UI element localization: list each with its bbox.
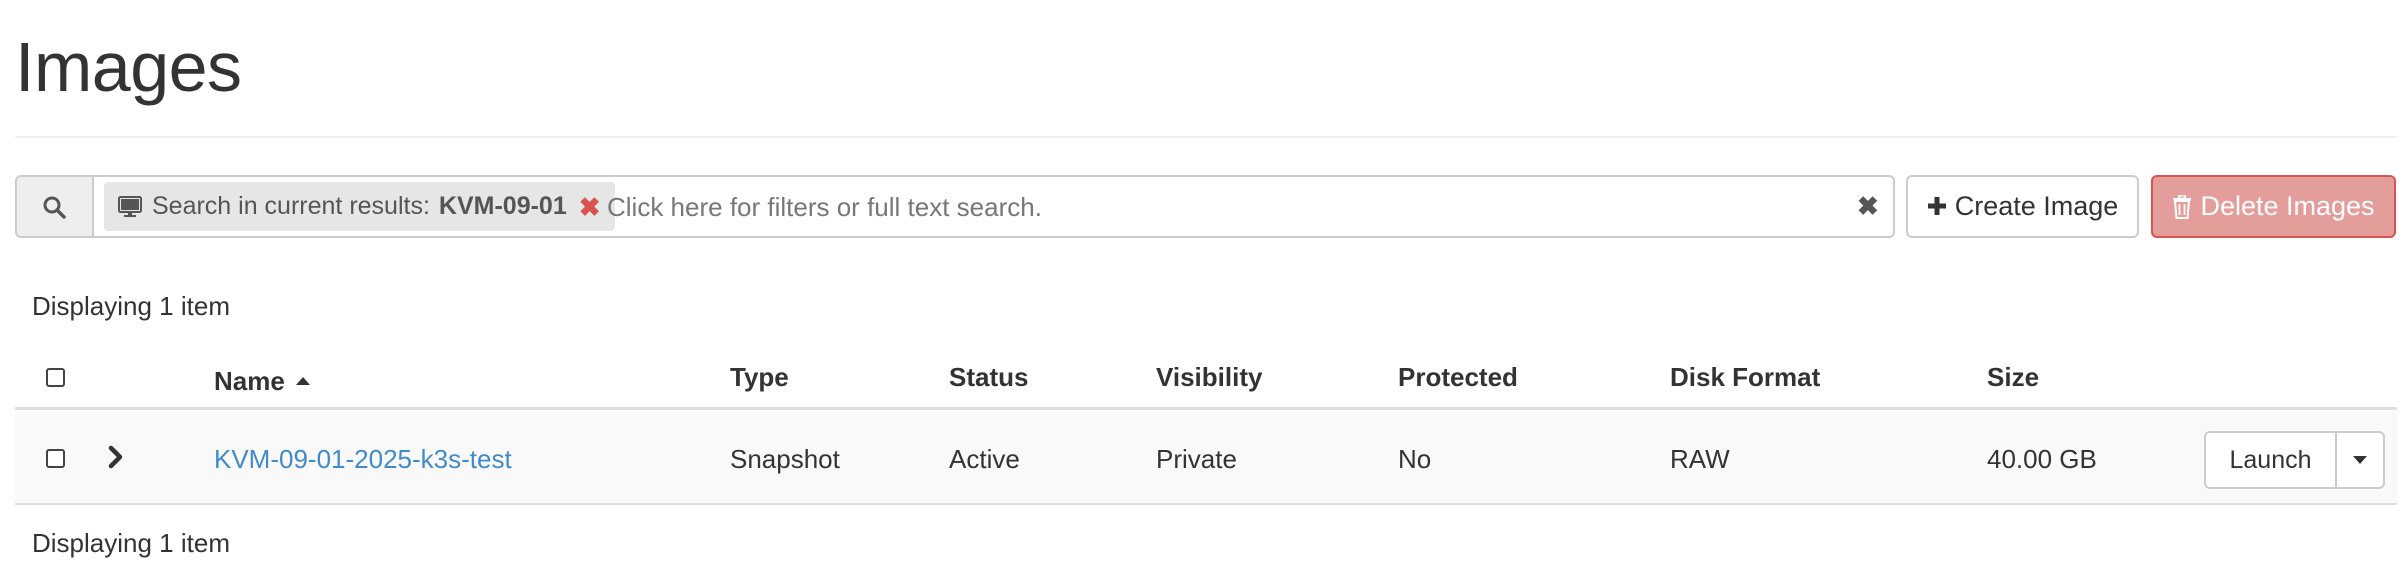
row-checkbox[interactable] [46, 449, 65, 468]
facet-value: KVM-09-01 [438, 192, 567, 220]
search-facet: Search in current results: KVM-09-01 ✖ [104, 182, 615, 231]
page-title: Images [15, 28, 242, 106]
column-header-protected[interactable]: Protected [1398, 362, 1518, 393]
cell-status: Active [949, 444, 1020, 474]
column-header-status[interactable]: Status [949, 362, 1028, 393]
title-divider [15, 136, 2397, 138]
create-image-label: Create Image [1954, 191, 2119, 221]
item-count-top: Displaying 1 item [32, 291, 230, 321]
cell-protected: No [1398, 444, 1432, 474]
column-header-disk-format[interactable]: Disk Format [1670, 362, 1820, 393]
monitor-icon [118, 195, 142, 218]
search-input[interactable] [605, 183, 1849, 232]
table-header: Name Type Status Visibility Protected Di… [15, 344, 2397, 410]
search-icon [43, 196, 66, 219]
column-header-visibility[interactable]: Visibility [1156, 362, 1262, 393]
column-header-type[interactable]: Type [730, 362, 789, 393]
caret-down-icon [2353, 456, 2367, 464]
column-header-size[interactable]: Size [1987, 362, 2039, 393]
select-all-checkbox[interactable] [46, 368, 65, 387]
column-header-name[interactable]: Name [214, 362, 311, 397]
search-bar: Search in current results: KVM-09-01 ✖ ✖ [15, 175, 1895, 238]
row-actions-dropdown-toggle[interactable] [2337, 431, 2385, 489]
launch-button[interactable]: Launch [2204, 431, 2337, 489]
image-name-link[interactable]: KVM-09-01-2025-k3s-test [214, 444, 512, 475]
search-button[interactable] [17, 177, 94, 236]
facet-remove-icon[interactable]: ✖ [579, 194, 601, 220]
cell-type: Snapshot [730, 444, 840, 474]
facet-label: Search in current results: [152, 192, 430, 220]
delete-images-label: Delete Images [2200, 191, 2375, 221]
trash-icon [2172, 194, 2192, 219]
row-actions: Launch [2204, 431, 2385, 489]
create-image-button[interactable]: Create Image [1906, 175, 2139, 238]
cell-visibility: Private [1156, 444, 1237, 474]
plus-icon [1927, 190, 1947, 224]
cell-disk-format: RAW [1670, 444, 1730, 474]
cell-size: 40.00 GB [1987, 444, 2097, 474]
clear-search-icon[interactable]: ✖ [1857, 193, 1879, 219]
chevron-right-icon[interactable] [108, 445, 124, 474]
caret-up-icon [295, 362, 311, 393]
table-row: KVM-09-01-2025-k3s-test Snapshot Active … [15, 411, 2397, 505]
delete-images-button[interactable]: Delete Images [2151, 175, 2396, 238]
column-name-label: Name [214, 366, 285, 396]
item-count-bottom: Displaying 1 item [32, 528, 230, 558]
